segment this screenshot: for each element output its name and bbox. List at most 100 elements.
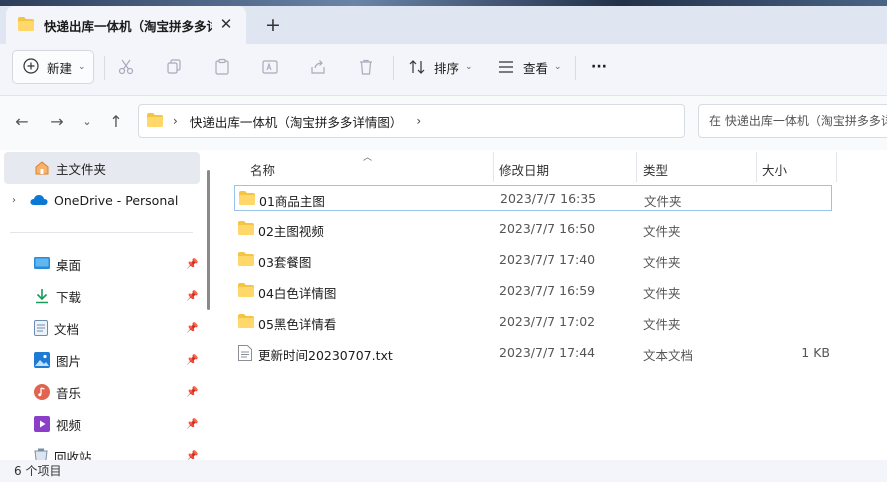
column-divider[interactable] — [493, 152, 494, 182]
sort-icon — [409, 60, 425, 74]
desktop-icon — [34, 257, 50, 269]
table-row[interactable]: 01商品主图 2023/7/7 16:35 文件夹 — [234, 185, 832, 211]
breadcrumb-separator-icon[interactable]: › — [416, 114, 421, 128]
file-date: 2023/7/7 17:02 — [499, 314, 596, 329]
toolbar-divider — [104, 56, 105, 80]
tab-current-folder[interactable]: 快递出库一体机（淘宝拼多多详情图） ✕ — [6, 6, 246, 44]
file-date: 2023/7/7 17:40 — [499, 252, 596, 267]
file-name: 04白色详情图 — [258, 286, 337, 301]
paste-icon — [215, 58, 229, 75]
column-header-size[interactable]: 大小 — [762, 156, 787, 182]
sort-ascending-caret-icon: ︿ — [363, 153, 373, 163]
file-date: 2023/7/7 16:50 — [499, 221, 596, 236]
tab-title: 快递出库一体机（淘宝拼多多详情图） — [44, 18, 212, 34]
pin-icon[interactable]: 📌 — [186, 419, 198, 430]
toolbar-divider — [393, 56, 394, 80]
table-row[interactable]: 05黑色详情看 2023/7/7 17:02 文件夹 — [234, 309, 832, 335]
file-type: 文本文档 — [643, 348, 694, 363]
file-name: 02主图视频 — [258, 224, 324, 239]
column-divider[interactable] — [756, 152, 757, 182]
title-bar: 快递出库一体机（淘宝拼多多详情图） ✕ + — [0, 6, 887, 44]
address-bar[interactable]: › 快递出库一体机（淘宝拼多多详情图） › ⌄ ↻ — [138, 104, 812, 138]
pin-icon[interactable]: 📌 — [186, 259, 198, 270]
navigation-pane: 主文件夹 › OneDrive - Personal 桌面 📌 下载 📌 文档 … — [0, 150, 218, 465]
table-row[interactable]: 04白色详情图 2023/7/7 16:59 文件夹 — [234, 278, 832, 304]
sidebar-item-desktop[interactable]: 桌面 📌 — [0, 248, 200, 280]
share-button[interactable] — [305, 54, 331, 80]
new-button[interactable]: 新建 ⌄ — [12, 50, 94, 84]
table-row[interactable]: 02主图视频 2023/7/7 16:50 文件夹 — [234, 216, 832, 242]
plus-circle-icon — [23, 57, 39, 77]
sidebar-scrollbar[interactable] — [207, 170, 210, 310]
pin-icon[interactable]: 📌 — [186, 387, 198, 398]
pin-icon[interactable]: 📌 — [186, 323, 198, 334]
file-type: 文件夹 — [643, 255, 681, 270]
sidebar-item-documents[interactable]: 文档 📌 — [0, 312, 200, 344]
pin-icon[interactable]: 📌 — [186, 355, 198, 366]
sidebar-item-label: 桌面 — [56, 257, 82, 273]
sidebar-item-label: OneDrive - Personal — [54, 192, 179, 208]
paste-button[interactable] — [209, 54, 235, 80]
column-header-name[interactable]: 名称 — [250, 156, 275, 182]
sidebar-item-onedrive[interactable]: › OneDrive - Personal — [0, 184, 200, 216]
sidebar-item-videos[interactable]: 视频 📌 — [0, 408, 200, 440]
back-arrow-icon[interactable]: ← — [12, 112, 32, 132]
column-header-date[interactable]: 修改日期 — [499, 156, 549, 182]
breadcrumb-current[interactable]: 快递出库一体机（淘宝拼多多详情图） — [190, 112, 403, 131]
sort-button[interactable]: 排序 ⌄ — [408, 54, 473, 80]
cut-button[interactable] — [113, 54, 139, 80]
column-divider[interactable] — [636, 152, 637, 182]
copy-button[interactable] — [161, 54, 187, 80]
sidebar-item-label: 视频 — [56, 417, 82, 433]
file-name: 更新时间20230707.txt — [258, 348, 393, 363]
file-size: 1 KB — [801, 345, 830, 360]
sidebar-item-downloads[interactable]: 下载 📌 — [0, 280, 200, 312]
download-icon — [36, 289, 48, 304]
delete-button[interactable] — [353, 54, 379, 80]
more-options-button[interactable]: ··· — [591, 54, 607, 80]
copy-icon — [167, 59, 181, 74]
forward-arrow-icon[interactable]: → — [47, 112, 67, 132]
table-row[interactable]: 03套餐图 2023/7/7 17:40 文件夹 — [234, 247, 832, 273]
view-label: 查看 — [523, 60, 549, 76]
file-type: 文件夹 — [644, 194, 682, 209]
pin-icon[interactable]: 📌 — [186, 291, 198, 302]
sidebar-item-pictures[interactable]: 图片 📌 — [0, 344, 200, 376]
file-date: 2023/7/7 17:44 — [499, 345, 596, 360]
sidebar-item-label: 文档 — [54, 321, 80, 337]
sidebar-item-label: 图片 — [56, 353, 82, 369]
sidebar-item-label: 下载 — [56, 289, 82, 305]
folder-icon — [18, 16, 34, 34]
up-arrow-icon[interactable]: ↑ — [106, 112, 126, 132]
file-date: 2023/7/7 16:35 — [500, 191, 597, 206]
recent-locations-chevron-icon[interactable]: ⌄ — [77, 112, 97, 132]
close-tab-icon[interactable]: ✕ — [218, 16, 234, 32]
breadcrumb-separator-icon[interactable]: › — [173, 114, 178, 128]
sidebar-item-music[interactable]: 音乐 📌 — [0, 376, 200, 408]
picture-icon — [34, 352, 50, 368]
share-icon — [311, 60, 325, 74]
sidebar-item-home[interactable]: 主文件夹 — [4, 152, 200, 184]
file-type: 文件夹 — [643, 317, 681, 332]
chevron-down-icon: ⌄ — [78, 62, 86, 72]
new-tab-button[interactable]: + — [262, 14, 284, 36]
rename-button[interactable] — [257, 54, 283, 80]
trash-icon — [360, 59, 372, 75]
column-header-type[interactable]: 类型 — [643, 156, 668, 182]
folder-icon — [238, 221, 254, 238]
table-row[interactable]: 更新时间20230707.txt 2023/7/7 17:44 文本文档 1 K… — [234, 340, 832, 366]
sidebar-item-label: 主文件夹 — [56, 161, 107, 177]
command-bar: 新建 ⌄ 排序 ⌄ 查看 ⌄ ··· — [0, 44, 887, 96]
folder-icon — [238, 252, 254, 269]
cloud-icon — [30, 195, 48, 205]
column-divider[interactable] — [836, 152, 837, 182]
file-name: 05黑色详情看 — [258, 317, 337, 332]
view-button[interactable]: 查看 ⌄ — [497, 54, 562, 80]
video-icon — [34, 416, 50, 432]
toolbar-divider — [575, 56, 576, 80]
search-input[interactable]: 在 快递出库一体机（淘宝拼多多详情图） 中搜索 — [698, 104, 887, 138]
file-date: 2023/7/7 16:59 — [499, 283, 596, 298]
file-type: 文件夹 — [643, 224, 681, 239]
chevron-down-icon: ⌄ — [554, 62, 562, 72]
expand-chevron-icon[interactable]: › — [12, 195, 16, 206]
